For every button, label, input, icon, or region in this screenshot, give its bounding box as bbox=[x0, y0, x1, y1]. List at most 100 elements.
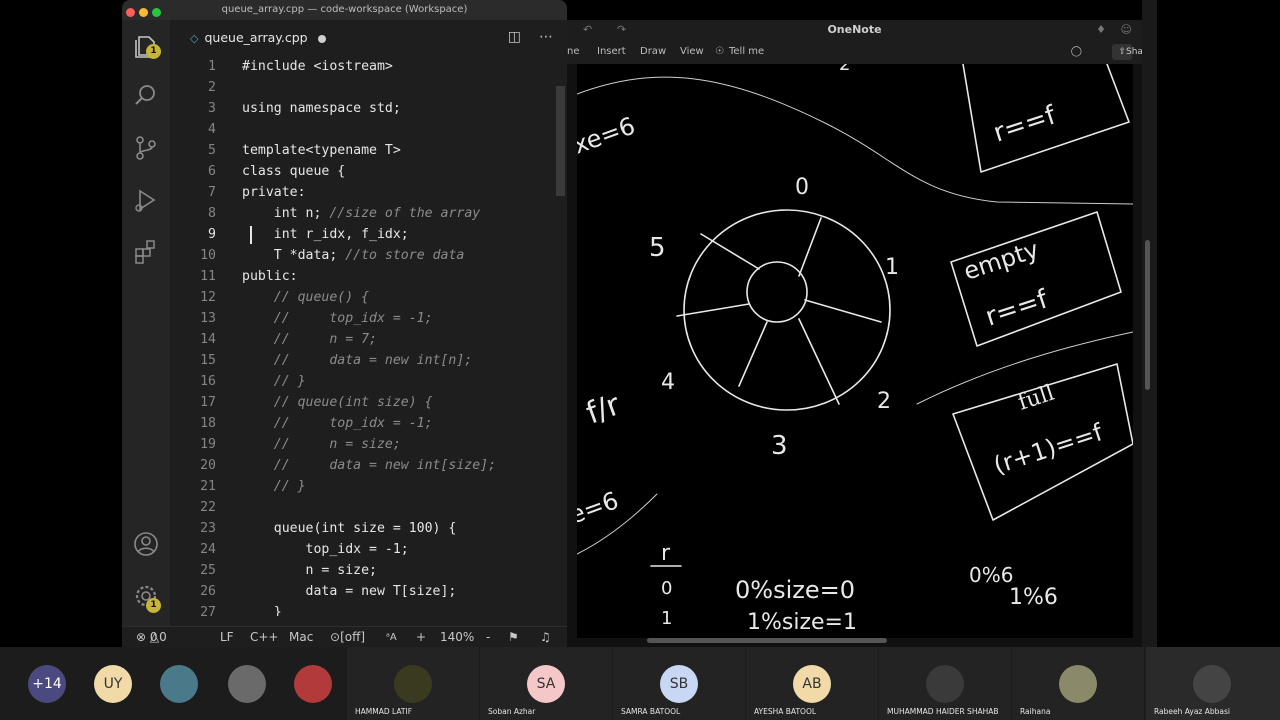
code-line[interactable]: 6 class queue { bbox=[170, 161, 345, 182]
code-text: public: bbox=[242, 269, 298, 284]
participant-name: AYESHA BATOOL bbox=[754, 707, 817, 716]
language-indicator[interactable]: C++ bbox=[250, 627, 279, 647]
undo-icon[interactable]: ↶ bbox=[583, 20, 592, 40]
zoom-level[interactable]: 140% bbox=[440, 627, 474, 647]
minimize-window-button[interactable] bbox=[139, 8, 148, 17]
code-line[interactable]: 14 // n = 7; bbox=[170, 329, 377, 350]
label-0: 0 bbox=[795, 175, 809, 200]
drawing-canvas[interactable]: 0 1 2 3 4 5 f/r xe=6 e=6 empty r==f r==f… bbox=[577, 64, 1133, 638]
participant-photo-2[interactable] bbox=[214, 647, 280, 720]
eol-indicator[interactable]: LF bbox=[220, 627, 234, 647]
line-number: 16 bbox=[200, 374, 216, 389]
editor-scrollbar[interactable] bbox=[554, 56, 567, 626]
code-line[interactable]: 7 private: bbox=[170, 182, 305, 203]
code-editor-window: queue_array.cpp — code-workspace (Worksp… bbox=[122, 0, 567, 647]
participant-soban[interactable]: SA Soban Azhar bbox=[480, 647, 612, 720]
split-editor-icon[interactable]: ◫ bbox=[508, 29, 521, 45]
menu-insert[interactable]: Insert bbox=[597, 40, 626, 64]
account-icon[interactable] bbox=[132, 530, 160, 558]
participant-photo-1[interactable] bbox=[146, 647, 212, 720]
tab-queue-array[interactable]: ◇ queue_array.cpp bbox=[178, 20, 338, 56]
platform-indicator[interactable]: Mac bbox=[289, 627, 313, 647]
code-line[interactable]: 8 int n; //size of the array bbox=[170, 203, 480, 224]
participant-ayesha[interactable]: AB AYESHA BATOOL bbox=[746, 647, 878, 720]
horizontal-scrollbar[interactable] bbox=[647, 638, 887, 643]
code-line[interactable]: 22 bbox=[170, 497, 216, 518]
redo-icon[interactable]: ↷ bbox=[617, 20, 626, 40]
zoom-out-button[interactable]: - bbox=[486, 627, 490, 647]
line-code: class queue { bbox=[242, 161, 345, 182]
vertical-scrollbar[interactable] bbox=[1145, 240, 1150, 390]
participant-more[interactable]: +14 bbox=[14, 647, 80, 720]
code-line[interactable]: 26 data = new T[size]; bbox=[170, 581, 456, 602]
code-line[interactable]: 12 // queue() { bbox=[170, 287, 369, 308]
problems-indicator[interactable]: ⊗ 0 △ 0 bbox=[136, 627, 167, 647]
more-actions-icon[interactable]: ⋯ bbox=[539, 29, 553, 45]
menu-draw[interactable]: Draw bbox=[640, 40, 666, 64]
code-line[interactable]: 25 n = size; bbox=[170, 560, 377, 581]
live-preview-indicator[interactable]: ⊙ [off] bbox=[330, 627, 365, 647]
participant-rabeeh[interactable]: Rabeeh Ayaz Abbasi bbox=[1146, 647, 1280, 720]
code-line[interactable]: 11 public: bbox=[170, 266, 297, 287]
code-line[interactable]: 13 // top_idx = -1; bbox=[170, 308, 432, 329]
code-line[interactable]: 10 T *data; //to store data bbox=[170, 245, 464, 266]
line-number: 8 bbox=[208, 206, 216, 221]
code-line[interactable]: 24 top_idx = -1; bbox=[170, 539, 409, 560]
line-number: 4 bbox=[208, 122, 216, 137]
participant-name: Raihana bbox=[1020, 707, 1051, 716]
participant-raihana[interactable]: Raihana bbox=[1012, 647, 1144, 720]
participant-samra[interactable]: SB SAMRA BATOOL bbox=[613, 647, 745, 720]
bell-icon[interactable]: ♦ bbox=[1096, 20, 1106, 40]
participant-name: Soban Azhar bbox=[488, 707, 536, 716]
code-line[interactable]: 18 // top_idx = -1; bbox=[170, 413, 432, 434]
code-line[interactable]: 21 // } bbox=[170, 476, 305, 497]
zoom-in-button[interactable]: + bbox=[416, 627, 426, 647]
code-line[interactable]: 5 template<typename T> bbox=[170, 140, 401, 161]
label-r-1: 1 bbox=[661, 608, 672, 629]
code-line[interactable]: 19 // n = size; bbox=[170, 434, 401, 455]
close-window-button[interactable] bbox=[126, 8, 135, 17]
notifications-bell-icon[interactable]: ♫ bbox=[540, 627, 551, 647]
code-editor[interactable]: 1 #include <iostream> 2 3 using namespace st… bbox=[170, 56, 554, 616]
code-line[interactable]: 16 // } bbox=[170, 371, 305, 392]
run-debug-icon[interactable] bbox=[132, 186, 160, 214]
code-line[interactable]: 2 bbox=[170, 77, 216, 98]
maximize-window-button[interactable] bbox=[152, 8, 161, 17]
participant-haider[interactable]: MUHAMMAD HAIDER SHAHAB bbox=[879, 647, 1011, 720]
code-line[interactable]: 9 int r_idx, f_idx; bbox=[170, 224, 409, 245]
window-title-bar: queue_array.cpp — code-workspace (Worksp… bbox=[122, 0, 567, 20]
participant-photo-3[interactable] bbox=[280, 647, 346, 720]
line-code: // } bbox=[242, 371, 306, 392]
code-line[interactable]: 20 // data = new int[size]; bbox=[170, 455, 496, 476]
avatar-hammad bbox=[394, 665, 432, 703]
code-line[interactable]: 17 // queue(int size) { bbox=[170, 392, 432, 413]
line-number: 5 bbox=[208, 143, 216, 158]
warning-count: 0 bbox=[159, 630, 167, 644]
line-code: // n = size; bbox=[242, 434, 401, 455]
feedback-icon[interactable]: ⚑ bbox=[508, 627, 519, 647]
search-icon[interactable] bbox=[132, 82, 160, 110]
menu-tell-me[interactable]: Tell me bbox=[729, 40, 764, 64]
code-line[interactable]: 4 bbox=[170, 119, 216, 140]
line-number: 24 bbox=[200, 542, 216, 557]
comments-icon[interactable]: ◯ bbox=[1071, 40, 1082, 64]
participant-uy[interactable]: UY bbox=[80, 647, 146, 720]
code-line[interactable]: 1 #include <iostream> bbox=[170, 56, 393, 77]
settings-badge: 1 bbox=[146, 598, 161, 613]
menu-view[interactable]: View bbox=[680, 40, 704, 64]
source-control-icon[interactable] bbox=[132, 134, 160, 162]
extensions-icon[interactable] bbox=[132, 238, 160, 266]
share-button[interactable]: ⇧ Share bbox=[1112, 44, 1152, 60]
code-line[interactable]: 15 // data = new int[n]; bbox=[170, 350, 472, 371]
code-line[interactable]: 27 } bbox=[170, 602, 282, 616]
code-line[interactable]: 3 using namespace std; bbox=[170, 98, 401, 119]
line-number: 19 bbox=[200, 437, 216, 452]
menu-home[interactable]: ne bbox=[567, 40, 580, 64]
code-text: } bbox=[242, 605, 282, 616]
smiley-icon[interactable]: ☺ bbox=[1121, 20, 1132, 40]
participant-hammad[interactable]: HAMMAD LATIF bbox=[347, 647, 479, 720]
font-size-icon[interactable]: ᵃA bbox=[386, 627, 397, 647]
scrollbar-thumb[interactable] bbox=[556, 86, 565, 196]
line-code: // queue() { bbox=[242, 287, 369, 308]
code-line[interactable]: 23 queue(int size = 100) { bbox=[170, 518, 456, 539]
